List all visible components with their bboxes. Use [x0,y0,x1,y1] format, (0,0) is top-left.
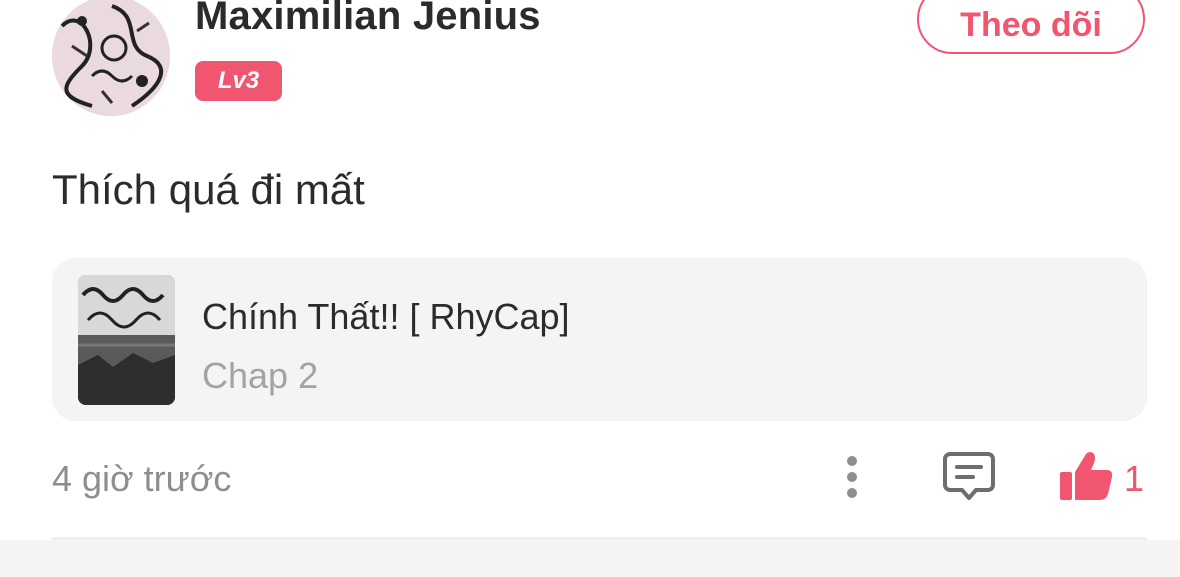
manga-cover [78,275,175,405]
username[interactable]: Maximilian Jenius [195,0,541,39]
user-avatar[interactable] [52,0,170,116]
avatar-image [52,0,170,116]
comment-timestamp: 4 giờ trước [52,458,232,499]
manga-card[interactable]: Chính Thất!! [ RhyCap] Chap 2 [52,258,1147,421]
comment-post: Maximilian Jenius Lv3 Theo dõi Thích quá… [0,0,1180,540]
level-badge: Lv3 [195,61,282,101]
thumbs-up-icon[interactable] [1058,450,1114,502]
manga-title: Chính Thất!! [ RhyCap] [202,296,570,337]
manga-chapter: Chap 2 [202,355,319,396]
comment-text: Thích quá đi mất [52,166,365,213]
more-vertical-icon[interactable] [838,452,866,502]
follow-button[interactable]: Theo dõi [917,0,1145,54]
section-separator [0,540,1180,577]
manga-cover-image [78,275,175,405]
comment-icon[interactable] [942,450,996,502]
like-count: 1 [1124,458,1145,499]
